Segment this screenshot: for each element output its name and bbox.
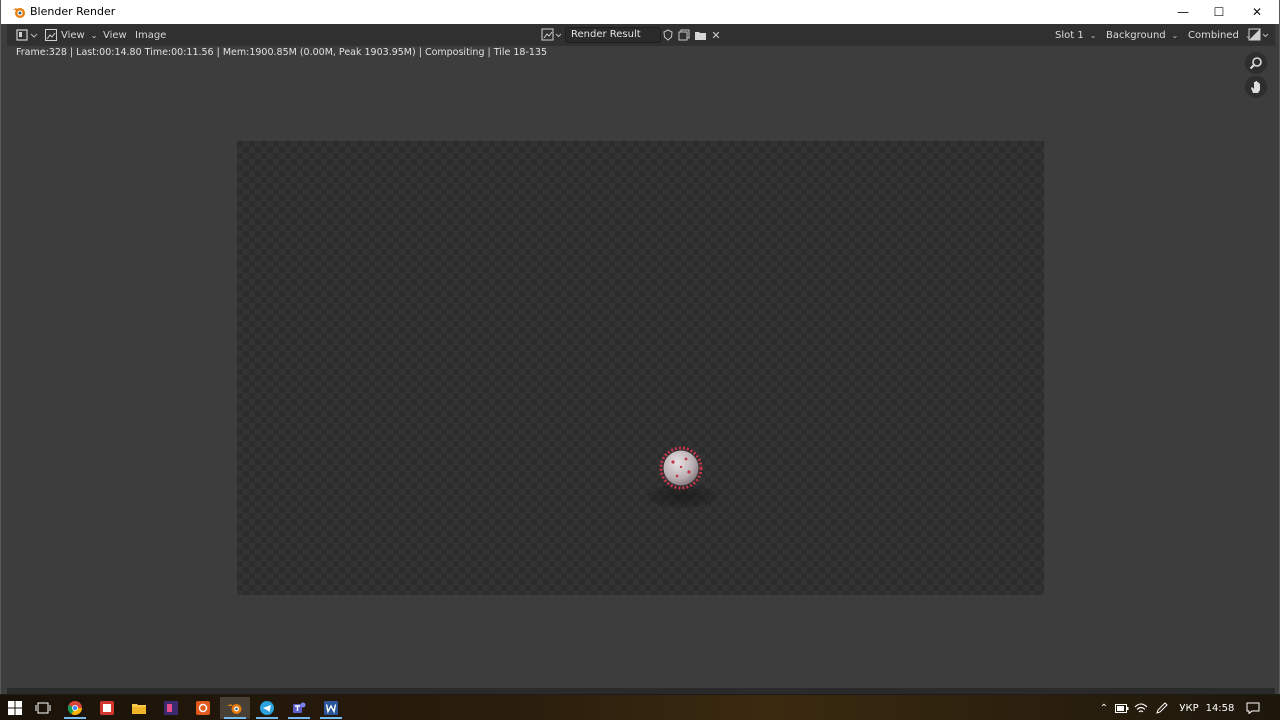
chevron-down-icon: ⌄ bbox=[1171, 30, 1179, 40]
taskbar-blender[interactable] bbox=[220, 697, 250, 719]
close-button[interactable]: ✕ bbox=[1239, 0, 1275, 24]
word-icon bbox=[324, 701, 338, 715]
maximize-icon: ☐ bbox=[1213, 5, 1225, 19]
maximize-button[interactable]: ☐ bbox=[1201, 0, 1237, 24]
unlink-image-icon[interactable]: ✕ bbox=[709, 27, 723, 43]
menu-view[interactable]: View bbox=[103, 27, 127, 43]
blender-icon bbox=[227, 704, 242, 714]
pan-view-button[interactable] bbox=[1245, 76, 1267, 98]
zoom-view-button[interactable] bbox=[1245, 52, 1267, 74]
chrome-icon bbox=[68, 701, 82, 715]
image-browse-icon bbox=[541, 28, 562, 41]
running-indicator bbox=[224, 717, 246, 719]
image-editor-icon bbox=[16, 29, 38, 41]
display-channels-icon bbox=[1248, 28, 1269, 41]
close-icon: ✕ bbox=[1251, 5, 1263, 19]
app-orange-icon bbox=[196, 701, 210, 715]
render-stats-text: Frame:328 | Last:00:14.80 Time:00:11.56 … bbox=[16, 47, 548, 58]
hand-icon bbox=[1251, 81, 1260, 93]
teams-icon bbox=[293, 702, 306, 713]
taskbar-app-red[interactable] bbox=[92, 697, 122, 719]
running-indicator bbox=[288, 717, 310, 719]
render-result-canvas[interactable] bbox=[237, 141, 1044, 595]
notifications-icon[interactable] bbox=[1244, 700, 1262, 716]
taskbar-telegram[interactable] bbox=[252, 697, 282, 719]
virus-sphere-render bbox=[659, 446, 703, 490]
zoom-magnifier-icon bbox=[1249, 57, 1262, 70]
task-view-button[interactable] bbox=[28, 697, 58, 719]
taskbar-app-orange[interactable] bbox=[188, 697, 218, 719]
blender-logo-icon bbox=[13, 8, 25, 18]
taskbar-chrome[interactable] bbox=[60, 697, 90, 719]
image-editor-header: View ⌄ View Image Render Result ✕ Slot 1… bbox=[7, 24, 1275, 46]
chevron-down-icon: ⌄ bbox=[1089, 30, 1097, 40]
display-channels-dropdown[interactable] bbox=[1247, 27, 1271, 43]
app-purple-icon bbox=[164, 701, 178, 715]
slot-dropdown[interactable]: Slot 1 ⌄ bbox=[1055, 27, 1103, 43]
windows-start-button[interactable] bbox=[0, 697, 30, 719]
blender-window: Blender Render — ☐ ✕ View ⌄ View Image R… bbox=[0, 0, 1280, 694]
menu-image[interactable]: Image bbox=[135, 27, 166, 43]
slot-label: Slot 1 bbox=[1055, 29, 1084, 41]
render-layer-label: Background bbox=[1106, 29, 1166, 41]
pen-workspace-icon[interactable] bbox=[1153, 700, 1171, 716]
render-pass-label: Combined bbox=[1188, 29, 1239, 41]
open-folder-icon[interactable] bbox=[693, 27, 707, 43]
menu-view-label: View bbox=[103, 29, 127, 41]
window-title: Blender Render bbox=[30, 5, 116, 18]
view-mode-dropdown[interactable]: View ⌄ bbox=[45, 27, 97, 43]
wifi-icon[interactable] bbox=[1133, 700, 1149, 716]
taskbar-app-purple[interactable] bbox=[156, 697, 186, 719]
taskbar-clock[interactable]: 14:58 bbox=[1204, 700, 1236, 716]
render-pass-dropdown[interactable]: Combined ⌄ bbox=[1188, 27, 1252, 43]
menu-image-label: Image bbox=[135, 29, 167, 41]
minimize-button[interactable]: — bbox=[1165, 0, 1201, 24]
minimize-icon: — bbox=[1177, 5, 1189, 19]
windows-taskbar: ⌃ УКР 14:58 bbox=[0, 695, 1280, 720]
fake-user-shield-icon[interactable] bbox=[661, 27, 675, 43]
file-explorer-icon bbox=[132, 704, 146, 714]
image-icon bbox=[45, 29, 57, 41]
windows-start-icon bbox=[8, 701, 22, 715]
chevron-down-icon: ⌄ bbox=[90, 30, 98, 40]
battery-icon[interactable] bbox=[1114, 700, 1130, 716]
taskbar-teams[interactable] bbox=[284, 697, 314, 719]
taskbar-word[interactable] bbox=[316, 697, 346, 719]
running-indicator bbox=[256, 717, 278, 719]
telegram-icon bbox=[260, 701, 274, 715]
taskbar-file-explorer[interactable] bbox=[124, 697, 154, 719]
editor-type-dropdown[interactable] bbox=[15, 27, 39, 43]
image-browse-dropdown[interactable] bbox=[541, 27, 563, 43]
app-red-icon bbox=[100, 701, 114, 715]
running-indicator bbox=[320, 717, 342, 719]
new-image-icon[interactable] bbox=[677, 27, 691, 43]
tray-overflow-chevron-icon[interactable]: ⌃ bbox=[1097, 700, 1111, 716]
image-name-field[interactable]: Render Result bbox=[565, 27, 661, 43]
input-language-indicator[interactable]: УКР bbox=[1177, 700, 1201, 716]
title-bar: Blender Render — ☐ ✕ bbox=[1, 0, 1279, 24]
task-view-icon bbox=[35, 702, 51, 714]
running-indicator bbox=[64, 717, 86, 719]
render-layer-dropdown[interactable]: Background ⌄ bbox=[1106, 27, 1182, 43]
view-mode-label: View bbox=[61, 29, 85, 41]
horizontal-scrollbar[interactable] bbox=[7, 688, 1275, 694]
